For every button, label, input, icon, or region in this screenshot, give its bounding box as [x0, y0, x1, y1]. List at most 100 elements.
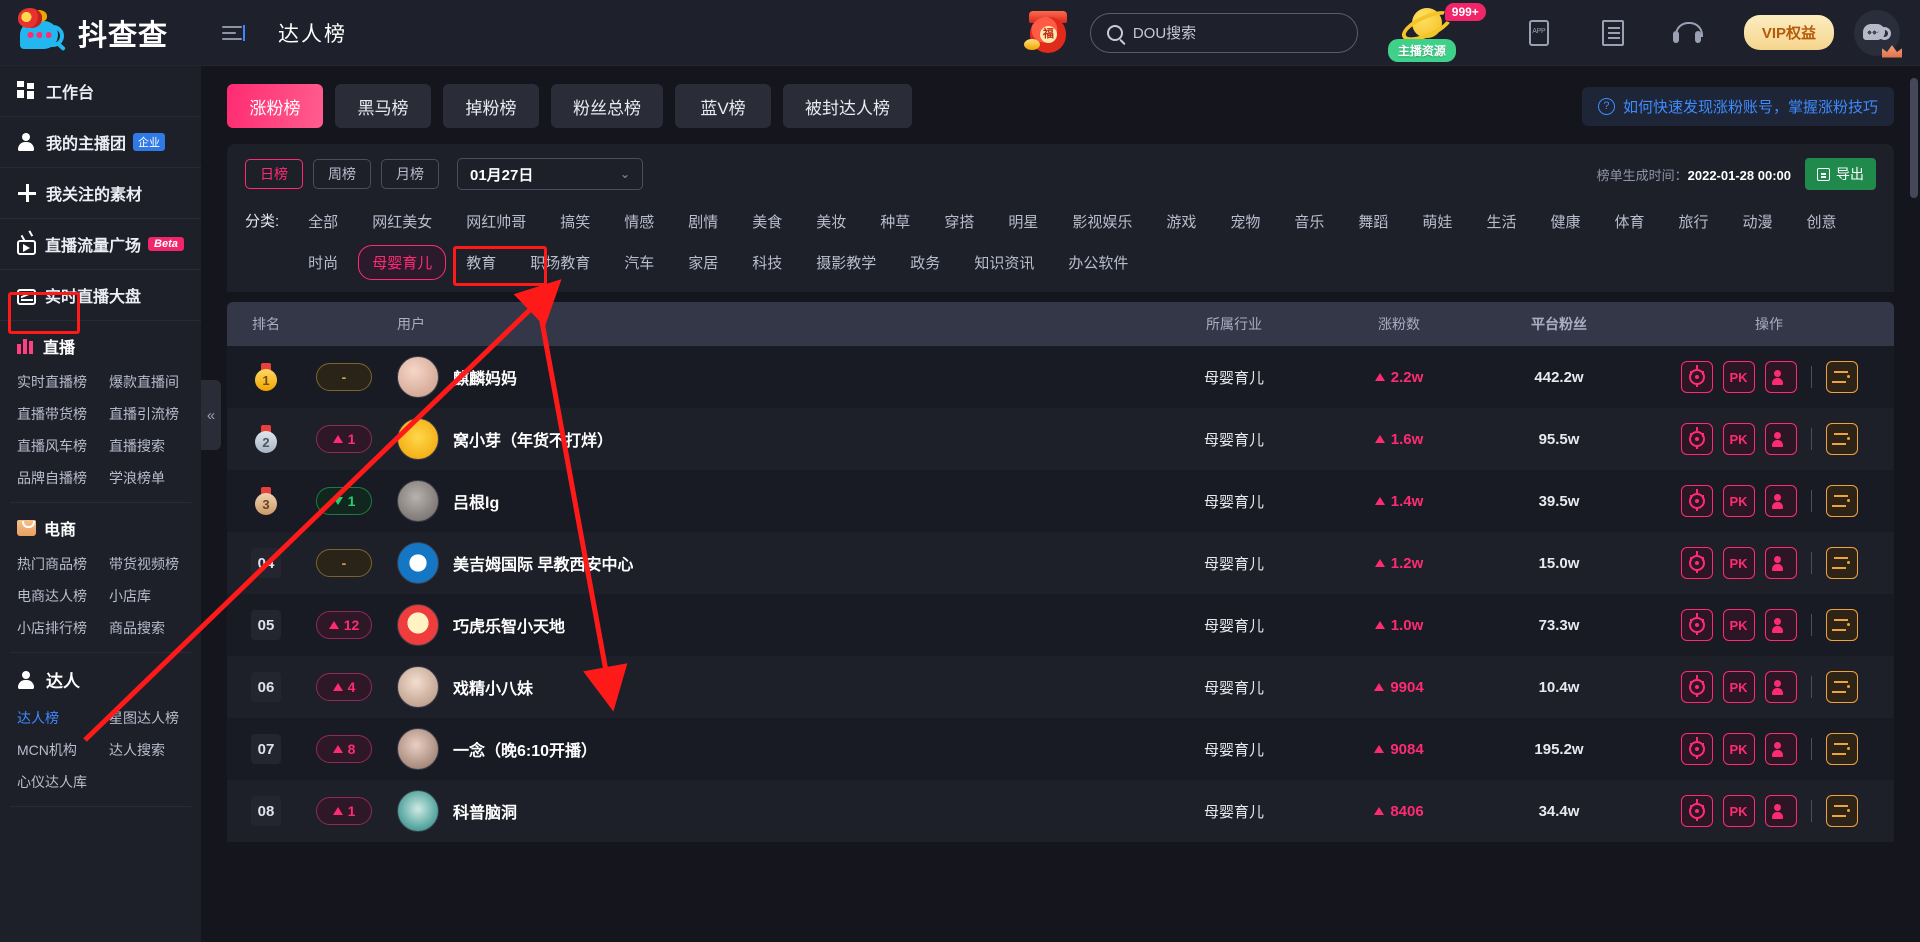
sidebar-collapse-button[interactable]: «: [201, 380, 221, 450]
tab-fans-loss[interactable]: 掉粉榜: [443, 84, 539, 128]
category-item[interactable]: 创意: [1793, 204, 1851, 239]
avatar[interactable]: [397, 542, 439, 584]
category-item[interactable]: 搞笑: [546, 204, 604, 239]
sidebar-subitem-favorite-influencers[interactable]: 心仪达人库: [17, 766, 109, 798]
avatar[interactable]: [397, 728, 439, 770]
category-item[interactable]: 萌娃: [1408, 204, 1466, 239]
category-item[interactable]: 家居: [674, 245, 732, 280]
scrollbar-thumb[interactable]: [1910, 78, 1918, 198]
sidebar-subitem-live-sales[interactable]: 直播带货榜: [17, 398, 109, 430]
cell-user[interactable]: 一念（晚6:10开播）: [383, 728, 1144, 770]
brand-logo[interactable]: 抖查查: [0, 7, 210, 55]
pk-icon[interactable]: PK: [1722, 547, 1755, 579]
category-item[interactable]: 政务: [896, 245, 954, 280]
avatar[interactable]: [397, 790, 439, 832]
sidebar-item-followed-material[interactable]: 我关注的素材: [0, 168, 201, 219]
category-item[interactable]: 知识资讯: [960, 245, 1048, 280]
target-icon[interactable]: [1680, 423, 1713, 455]
users-icon[interactable]: [1764, 733, 1797, 765]
doc-icon[interactable]: [1598, 18, 1628, 48]
sidebar-subitem-ecom-influencers[interactable]: 电商达人榜: [17, 580, 109, 612]
sidebar-item-workbench[interactable]: 工作台: [0, 66, 201, 117]
table-row[interactable]: 07 8 一念（晚6:10开播） 母婴育儿 9084 195.2w PK: [227, 718, 1894, 780]
target-icon[interactable]: [1680, 671, 1713, 703]
segment-daily[interactable]: 日榜: [245, 159, 303, 189]
target-icon[interactable]: [1680, 485, 1713, 517]
sidebar-item-live-traffic-square[interactable]: 直播流量广场 Beta: [0, 219, 201, 270]
table-row[interactable]: 05 12 巧虎乐智小天地 母婴育儿 1.0w 73.3w PK: [227, 594, 1894, 656]
category-item[interactable]: 影视娱乐: [1058, 204, 1146, 239]
list-icon[interactable]: [1825, 485, 1858, 517]
sidebar-subitem-xingtu-rank[interactable]: 星图达人榜: [109, 702, 201, 734]
list-icon[interactable]: [1825, 423, 1858, 455]
target-icon[interactable]: [1680, 609, 1713, 641]
users-icon[interactable]: [1764, 423, 1797, 455]
sidebar-subitem-sales-videos[interactable]: 带货视频榜: [109, 548, 201, 580]
category-item[interactable]: 教育: [452, 245, 510, 280]
user-name[interactable]: 科普脑洞: [453, 799, 517, 823]
list-icon[interactable]: [1825, 609, 1858, 641]
list-icon[interactable]: [1825, 671, 1858, 703]
category-item[interactable]: 种草: [866, 204, 924, 239]
pk-icon[interactable]: PK: [1722, 609, 1755, 641]
cell-user[interactable]: 吕根lg: [383, 480, 1144, 522]
table-row[interactable]: 3 1 吕根lg 母婴育儿 1.4w 39.5w PK: [227, 470, 1894, 532]
category-item[interactable]: 摄影教学: [802, 245, 890, 280]
avatar[interactable]: [1854, 9, 1902, 58]
sidebar-subitem-live-traffic[interactable]: 直播引流榜: [109, 398, 201, 430]
sidebar-subitem-influencer-search[interactable]: 达人搜索: [109, 734, 201, 766]
table-row[interactable]: 04 - 美吉姆国际 早教西安中心 母婴育儿 1.2w 15.0w PK: [227, 532, 1894, 594]
tab-fans-total[interactable]: 粉丝总榜: [551, 84, 663, 128]
category-item[interactable]: 动漫: [1729, 204, 1787, 239]
date-select[interactable]: 01月27日 ⌄: [457, 158, 643, 190]
cell-user[interactable]: 科普脑洞: [383, 790, 1144, 832]
category-item[interactable]: 穿搭: [930, 204, 988, 239]
category-item[interactable]: 网红美女: [358, 204, 446, 239]
table-row[interactable]: 06 4 戏精小八妹 母婴育儿 9904 10.4w PK: [227, 656, 1894, 718]
sidebar-subitem-xuelang-list[interactable]: 学浪榜单: [109, 462, 201, 494]
users-icon[interactable]: [1764, 485, 1797, 517]
category-item[interactable]: 音乐: [1280, 204, 1338, 239]
headphone-icon[interactable]: [1672, 18, 1703, 48]
category-item[interactable]: 体育: [1600, 204, 1658, 239]
sidebar-subitem-brand-live[interactable]: 品牌自播榜: [17, 462, 109, 494]
app-icon[interactable]: [1524, 18, 1554, 48]
table-row[interactable]: 1 - 麒麟妈妈 母婴育儿 2.2w 442.2w PK: [227, 346, 1894, 408]
sidebar-subitem-realtime-live[interactable]: 实时直播榜: [17, 366, 109, 398]
category-item[interactable]: 科技: [738, 245, 796, 280]
category-item[interactable]: 健康: [1536, 204, 1594, 239]
sidebar-subitem-shop-ranking[interactable]: 小店排行榜: [17, 612, 109, 644]
sidebar-toggle-icon[interactable]: [218, 18, 248, 48]
pk-icon[interactable]: PK: [1722, 733, 1755, 765]
pk-icon[interactable]: PK: [1722, 485, 1755, 517]
pk-icon[interactable]: PK: [1722, 795, 1755, 827]
user-name[interactable]: 戏精小八妹: [453, 675, 533, 699]
tab-dark-horse[interactable]: 黑马榜: [335, 84, 431, 128]
avatar[interactable]: [397, 666, 439, 708]
sidebar-subitem-hot-products[interactable]: 热门商品榜: [17, 548, 109, 580]
category-item[interactable]: 旅行: [1664, 204, 1722, 239]
pk-icon[interactable]: PK: [1722, 361, 1755, 393]
users-icon[interactable]: [1764, 361, 1797, 393]
segment-monthly[interactable]: 月榜: [381, 159, 439, 189]
export-button[interactable]: 导出: [1805, 158, 1876, 190]
category-item[interactable]: 全部: [294, 204, 352, 239]
user-name[interactable]: 麒麟妈妈: [453, 365, 517, 389]
avatar[interactable]: [397, 480, 439, 522]
target-icon[interactable]: [1680, 795, 1713, 827]
category-item[interactable]: 宠物: [1216, 204, 1274, 239]
tab-fans-growth[interactable]: 涨粉榜: [227, 84, 323, 128]
category-item[interactable]: 美妆: [802, 204, 860, 239]
users-icon[interactable]: [1764, 671, 1797, 703]
category-item[interactable]: 美食: [738, 204, 796, 239]
target-icon[interactable]: [1680, 361, 1713, 393]
target-icon[interactable]: [1680, 733, 1713, 765]
list-icon[interactable]: [1825, 795, 1858, 827]
anchor-resource-badge[interactable]: 999+ 主播资源: [1387, 2, 1486, 62]
cell-user[interactable]: 麒麟妈妈: [383, 356, 1144, 398]
avatar[interactable]: [397, 604, 439, 646]
user-name[interactable]: 一念（晚6:10开播）: [453, 737, 597, 761]
category-item[interactable]: 情感: [610, 204, 668, 239]
users-icon[interactable]: [1764, 795, 1797, 827]
list-icon[interactable]: [1825, 733, 1858, 765]
